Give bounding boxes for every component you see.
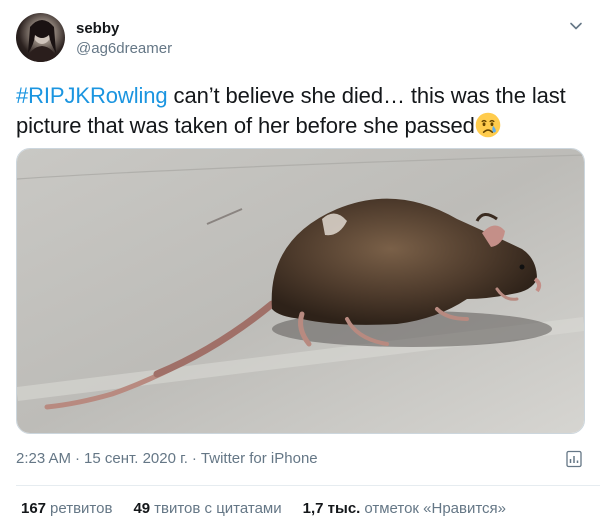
engagement-stats: 167 ретвитов 49 твитов с цитатами 1,7 тыс.… bbox=[21, 500, 527, 517]
tweet-date[interactable]: 15 сент. 2020 г. bbox=[84, 450, 188, 467]
avatar[interactable] bbox=[16, 13, 65, 62]
tweet-text: #RIPJKRowling can’t believe she died… th… bbox=[16, 81, 586, 141]
quotes-count: 49 bbox=[133, 500, 151, 517]
likes-stat[interactable]: 1,7 тыс. отметок «Нравится» bbox=[303, 500, 506, 517]
likes-label: отметок «Нравится» bbox=[364, 500, 507, 517]
quotes-stat[interactable]: 49 твитов с цитатами bbox=[133, 500, 281, 517]
retweets-label: ретвитов bbox=[50, 500, 113, 517]
crying-face-emoji-icon bbox=[475, 112, 501, 138]
divider bbox=[16, 485, 600, 486]
chevron-down-icon[interactable] bbox=[568, 18, 584, 34]
tweet-source[interactable]: Twitter for iPhone bbox=[201, 450, 318, 467]
hashtag-link[interactable]: #RIPJKRowling bbox=[16, 83, 168, 108]
meta-separator: · bbox=[191, 450, 197, 467]
meta-separator: · bbox=[75, 450, 81, 467]
tweet-photo[interactable] bbox=[16, 148, 585, 434]
likes-count: 1,7 тыс. bbox=[302, 500, 361, 517]
tweet-meta: 2:23 AM · 15 сент. 2020 г. · Twitter for iPh… bbox=[16, 450, 318, 467]
author-name[interactable]: sebby bbox=[76, 20, 119, 37]
retweets-stat[interactable]: 167 ретвитов bbox=[21, 500, 112, 517]
quotes-label: твитов с цитатами bbox=[154, 500, 282, 517]
author-handle: @ag6dreamer bbox=[76, 40, 173, 57]
analytics-icon[interactable] bbox=[565, 450, 583, 468]
retweets-count: 167 bbox=[21, 500, 47, 517]
tweet-time[interactable]: 2:23 AM bbox=[16, 450, 71, 467]
